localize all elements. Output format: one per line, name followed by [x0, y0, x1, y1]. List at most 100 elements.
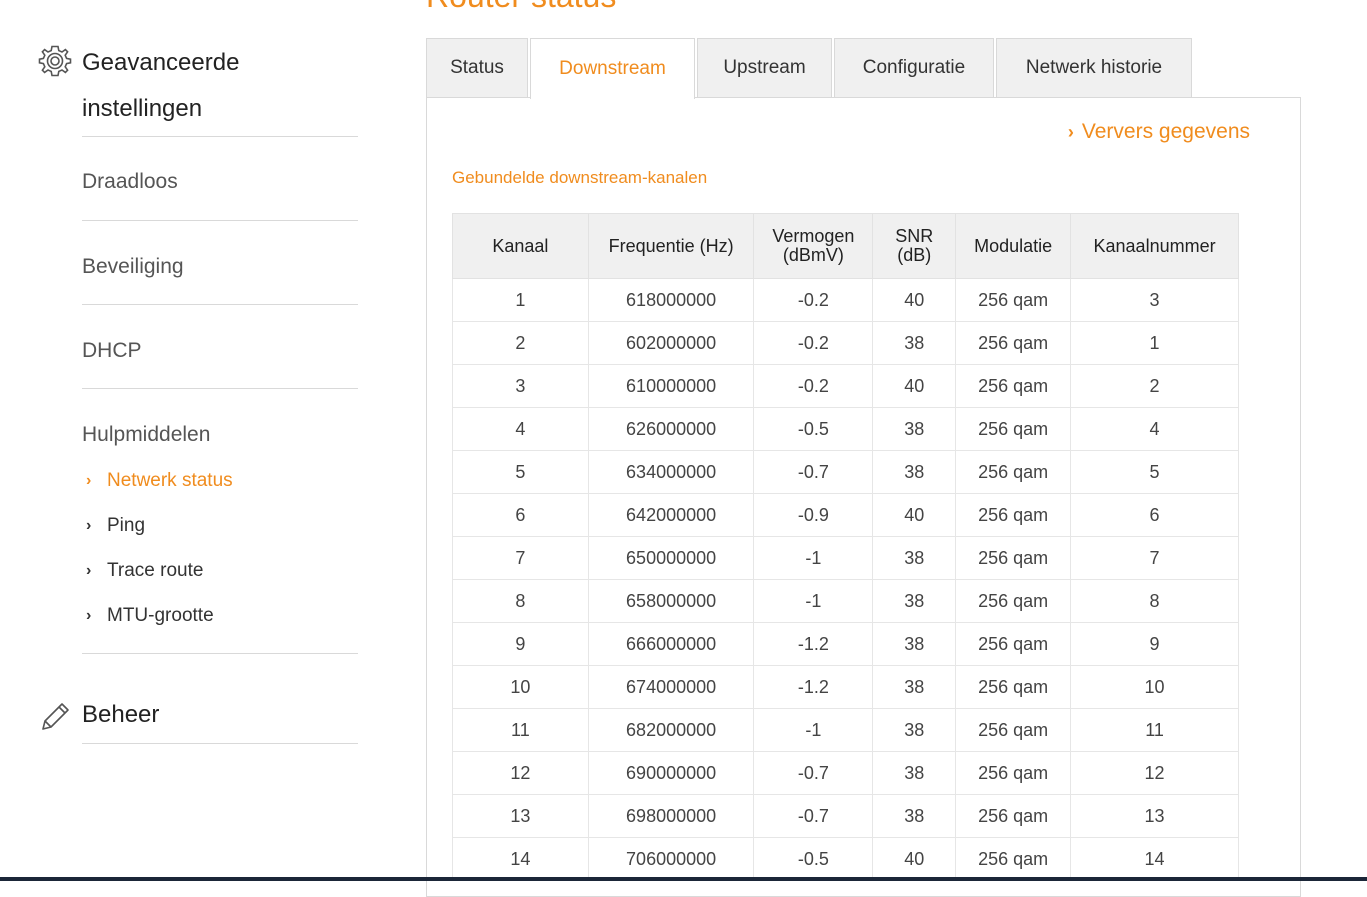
cell-vermogen: -0.2 [753, 278, 874, 322]
sidebar-item-trace-route[interactable]: › Trace route [86, 548, 233, 593]
table-body: 1 618000000 -0.2 40 256 qam 3 2 602000000 -0.2 38… [452, 278, 1239, 881]
cell-vermogen: -1.2 [753, 665, 874, 709]
cell-modulatie: 256 qam [955, 536, 1072, 580]
tab-status[interactable]: Status [426, 38, 528, 97]
cell-kanaalnummer: 10 [1070, 665, 1239, 709]
cell-modulatie: 256 qam [955, 364, 1072, 408]
column-header-frequentie: Frequentie (Hz) [587, 213, 755, 279]
cell-frequentie: 690000000 [587, 751, 755, 795]
tab-upstream[interactable]: Upstream [697, 38, 832, 97]
table-row: 2 602000000 -0.2 38 256 qam 1 [452, 321, 1239, 365]
sub-item-label: Netwerk status [107, 469, 233, 491]
sidebar: Geavanceerde instellingen Draadloos Beve… [38, 40, 358, 744]
tab-netwerk-historie[interactable]: Netwerk historie [996, 38, 1192, 97]
cell-kanaal: 1 [452, 278, 589, 322]
sidebar-item-draadloos[interactable]: Draadloos [82, 170, 178, 194]
cell-kanaal: 7 [452, 536, 589, 580]
table-row: 1 618000000 -0.2 40 256 qam 3 [452, 278, 1239, 322]
table-row: 14 706000000 -0.5 40 256 qam 14 [452, 837, 1239, 881]
table-row: 11 682000000 -1 38 256 qam 11 [452, 708, 1239, 752]
cell-snr: 38 [872, 794, 957, 838]
cell-snr: 38 [872, 407, 957, 451]
tab-downstream[interactable]: Downstream [530, 38, 695, 99]
cell-modulatie: 256 qam [955, 321, 1072, 365]
table-row: 10 674000000 -1.2 38 256 qam 10 [452, 665, 1239, 709]
table-row: 5 634000000 -0.7 38 256 qam 5 [452, 450, 1239, 494]
sidebar-item-mtu-grootte[interactable]: › MTU-grootte [86, 593, 233, 638]
sidebar-item-ping[interactable]: › Ping [86, 503, 233, 548]
table-header-row: Kanaal Frequentie (Hz) Vermogen (dBmV) S… [452, 213, 1239, 279]
cell-modulatie: 256 qam [955, 407, 1072, 451]
column-header-modulatie: Modulatie [955, 213, 1072, 279]
cell-modulatie: 256 qam [955, 751, 1072, 795]
sub-item-label: Trace route [107, 559, 204, 581]
cell-frequentie: 666000000 [587, 622, 755, 666]
cell-kanaalnummer: 3 [1070, 278, 1239, 322]
cell-snr: 40 [872, 493, 957, 537]
cell-snr: 38 [872, 665, 957, 709]
cell-modulatie: 256 qam [955, 493, 1072, 537]
downstream-panel: › Ververs gegevens Gebundelde downstream-… [426, 97, 1301, 897]
refresh-data-link[interactable]: › Ververs gegevens [1068, 120, 1250, 144]
table-row: 4 626000000 -0.5 38 256 qam 4 [452, 407, 1239, 451]
sidebar-item-beveiliging[interactable]: Beveiliging [82, 255, 184, 279]
cell-snr: 40 [872, 278, 957, 322]
cell-kanaal: 2 [452, 321, 589, 365]
tab-configuratie[interactable]: Configuratie [834, 38, 994, 97]
table-row: 3 610000000 -0.2 40 256 qam 2 [452, 364, 1239, 408]
cell-kanaal: 10 [452, 665, 589, 709]
sidebar-item-hulpmiddelen[interactable]: Hulpmiddelen [82, 423, 210, 447]
chevron-right-icon: › [1067, 122, 1074, 142]
cell-modulatie: 256 qam [955, 708, 1072, 752]
cell-modulatie: 256 qam [955, 794, 1072, 838]
tools-block: Hulpmiddelen › Netwerk status › Ping › T… [82, 389, 358, 654]
cell-snr: 40 [872, 837, 957, 881]
table-caption: Gebundelde downstream-kanalen [452, 168, 708, 187]
cell-frequentie: 618000000 [587, 278, 755, 322]
cell-kanaal: 4 [452, 407, 589, 451]
cell-vermogen: -0.5 [753, 837, 874, 881]
cell-kanaalnummer: 13 [1070, 794, 1239, 838]
manage-header[interactable]: Beheer [38, 696, 358, 736]
cell-kanaal: 9 [452, 622, 589, 666]
cell-kanaalnummer: 1 [1070, 321, 1239, 365]
cell-frequentie: 682000000 [587, 708, 755, 752]
table-row: 8 658000000 -1 38 256 qam 8 [452, 579, 1239, 623]
cell-modulatie: 256 qam [955, 665, 1072, 709]
cell-frequentie: 658000000 [587, 579, 755, 623]
cell-kanaal: 6 [452, 493, 589, 537]
cell-snr: 38 [872, 579, 957, 623]
cell-modulatie: 256 qam [955, 837, 1072, 881]
sidebar-item-draadloos-block: Draadloos [82, 137, 358, 221]
cell-snr: 38 [872, 751, 957, 795]
cell-kanaal: 12 [452, 751, 589, 795]
sub-item-label: Ping [107, 514, 146, 536]
advanced-settings-header[interactable]: Geavanceerde instellingen [38, 40, 358, 132]
sidebar-item-dhcp[interactable]: DHCP [82, 339, 142, 363]
cell-kanaalnummer: 14 [1070, 837, 1239, 881]
cell-vermogen: -0.2 [753, 321, 874, 365]
cell-snr: 40 [872, 364, 957, 408]
chevron-right-icon: › [86, 471, 92, 489]
cell-vermogen: -1 [753, 579, 874, 623]
sidebar-item-dhcp-block: DHCP [82, 305, 358, 389]
chevron-right-icon: › [86, 561, 92, 579]
pencil-icon [38, 700, 74, 736]
cell-kanaalnummer: 12 [1070, 751, 1239, 795]
cell-frequentie: 602000000 [587, 321, 755, 365]
page-title: Router status [426, 0, 616, 15]
gear-icon [38, 44, 74, 80]
cell-vermogen: -1 [753, 708, 874, 752]
cell-kanaalnummer: 6 [1070, 493, 1239, 537]
cell-kanaal: 14 [452, 837, 589, 881]
cell-vermogen: -0.5 [753, 407, 874, 451]
cell-snr: 38 [872, 622, 957, 666]
cell-frequentie: 642000000 [587, 493, 755, 537]
cell-snr: 38 [872, 450, 957, 494]
table-row: 12 690000000 -0.7 38 256 qam 12 [452, 751, 1239, 795]
sidebar-item-netwerk-status[interactable]: › Netwerk status [86, 458, 233, 503]
cell-kanaal: 11 [452, 708, 589, 752]
cell-kanaalnummer: 11 [1070, 708, 1239, 752]
table-row: 9 666000000 -1.2 38 256 qam 9 [452, 622, 1239, 666]
chevron-right-icon: › [86, 516, 92, 534]
